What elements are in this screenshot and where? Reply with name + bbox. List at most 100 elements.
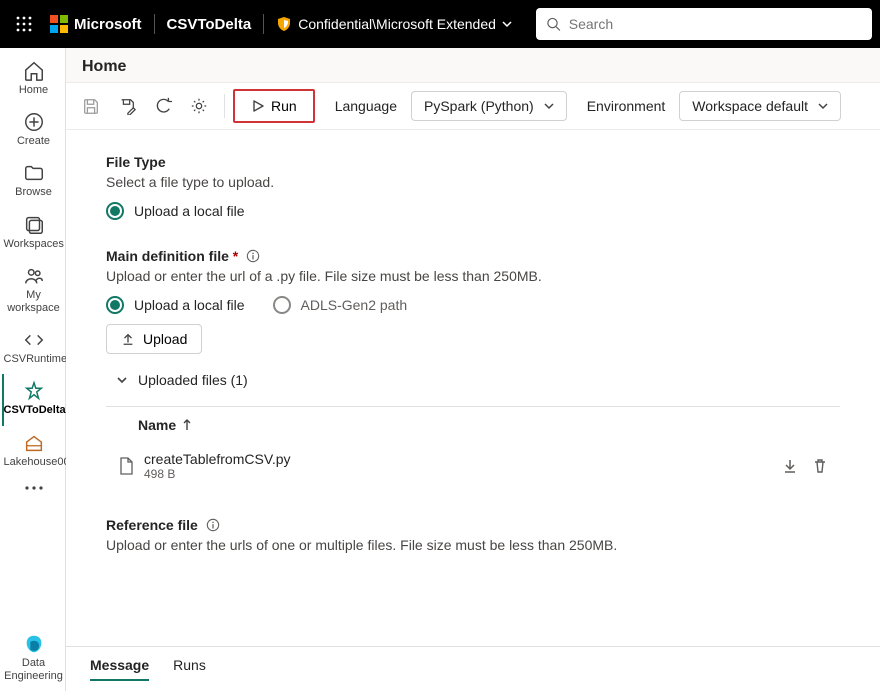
run-label: Run	[271, 98, 297, 114]
language-label: Language	[335, 98, 397, 114]
radio-label: Upload a local file	[134, 297, 245, 313]
uploaded-files-toggle[interactable]: Uploaded files (1)	[116, 372, 840, 388]
trash-icon[interactable]	[812, 458, 828, 474]
file-name: createTablefromCSV.py	[144, 451, 291, 467]
code-icon	[23, 329, 45, 351]
reffile-title: Reference file	[106, 517, 840, 533]
rail-create[interactable]: Create	[2, 105, 64, 156]
brand-name: Microsoft	[74, 16, 142, 33]
confidentiality-label: Confidential\Microsoft Extended	[298, 16, 496, 32]
lakehouse-icon	[23, 432, 45, 454]
filetype-option-row[interactable]: Upload a local file	[106, 202, 840, 220]
confidentiality-dropdown[interactable]: Confidential\Microsoft Extended	[276, 16, 512, 32]
rail-label: CSVRuntime	[4, 353, 68, 365]
radio-unselected-icon	[273, 296, 291, 314]
rail-myworkspace[interactable]: My workspace	[2, 259, 64, 323]
app-name: CSVToDelta	[167, 16, 252, 33]
save-as-button[interactable]	[110, 89, 144, 123]
rail-csvtodelta[interactable]: CSVToDelta	[2, 374, 64, 425]
microsoft-logo-icon	[50, 15, 68, 33]
environment-value: Workspace default	[692, 98, 808, 114]
rail-more[interactable]	[2, 477, 64, 503]
info-icon[interactable]	[246, 249, 260, 263]
reffile-title-text: Reference file	[106, 517, 198, 533]
col-name: Name	[138, 417, 176, 433]
rail-label: Create	[17, 135, 50, 147]
maindef-option-local[interactable]: Upload a local file	[106, 296, 245, 314]
save-icon	[82, 97, 100, 115]
maindef-subtitle: Upload or enter the url of a .py file. F…	[106, 268, 840, 284]
spark-icon	[23, 380, 45, 402]
maindef-title: Main definition file *	[106, 248, 840, 264]
search-field[interactable]	[569, 16, 862, 32]
rail-label: CSVToDelta	[4, 404, 66, 416]
radio-selected-icon	[106, 296, 124, 314]
radio-label: ADLS-Gen2 path	[301, 297, 408, 313]
ellipsis-icon	[23, 483, 45, 493]
environment-label: Environment	[587, 98, 666, 114]
rail-workspaces[interactable]: Workspaces	[2, 208, 64, 259]
left-nav: Home Create Browse Workspaces My workspa…	[0, 48, 66, 691]
upload-button[interactable]: Upload	[106, 324, 202, 354]
chevron-down-icon	[818, 101, 828, 111]
page-content: File Type Select a file type to upload. …	[66, 130, 880, 646]
reffile-subtitle: Upload or enter the urls of one or multi…	[106, 537, 840, 553]
sort-asc-icon	[182, 419, 192, 431]
rail-label: Lakehouse001	[4, 456, 76, 468]
rail-label: Data Engineering	[4, 657, 63, 682]
chevron-down-icon	[502, 19, 512, 29]
environment-dropdown[interactable]: Workspace default	[679, 91, 841, 121]
gear-icon	[190, 97, 208, 115]
rail-csvruntime[interactable]: CSVRuntime	[2, 323, 64, 374]
maindef-title-text: Main definition file	[106, 248, 229, 264]
rail-home[interactable]: Home	[2, 54, 64, 105]
rail-browse[interactable]: Browse	[2, 156, 64, 207]
toolbar: Run Language PySpark (Python) Environmen…	[66, 82, 880, 130]
rail-persona-dataeng[interactable]: Data Engineering	[2, 627, 64, 691]
home-icon	[23, 60, 45, 82]
maindef-option-adls[interactable]: ADLS-Gen2 path	[273, 296, 408, 314]
file-size: 498 B	[144, 467, 291, 481]
filetype-title: File Type	[106, 154, 840, 170]
run-button[interactable]: Run	[237, 92, 311, 120]
plus-circle-icon	[23, 111, 45, 133]
divider	[224, 94, 225, 118]
table-row[interactable]: createTablefromCSV.py 498 B	[106, 443, 840, 489]
breadcrumb-home[interactable]: Home	[66, 48, 880, 82]
language-value: PySpark (Python)	[424, 98, 534, 114]
refresh-button[interactable]	[146, 89, 180, 123]
play-icon	[251, 99, 265, 113]
search-icon	[546, 16, 561, 32]
uploaded-files-table: Name createTablefromCSV.py 498 B	[106, 406, 840, 489]
tab-runs[interactable]: Runs	[173, 657, 206, 681]
app-launcher[interactable]	[8, 8, 40, 40]
required-asterisk: *	[233, 248, 238, 264]
info-icon[interactable]	[206, 518, 220, 532]
divider	[263, 14, 264, 34]
run-highlight: Run	[233, 89, 315, 123]
tab-message[interactable]: Message	[90, 657, 149, 681]
rail-lakehouse[interactable]: Lakehouse001	[2, 426, 64, 477]
chevron-down-icon	[544, 101, 554, 111]
save-edit-icon	[118, 97, 136, 115]
search-input[interactable]	[536, 8, 872, 40]
rail-label: Browse	[15, 186, 52, 198]
language-dropdown[interactable]: PySpark (Python)	[411, 91, 567, 121]
filetype-subtitle: Select a file type to upload.	[106, 174, 840, 190]
waffle-icon	[16, 16, 32, 32]
download-icon[interactable]	[782, 458, 798, 474]
upload-icon	[121, 332, 135, 346]
file-icon	[118, 457, 134, 475]
uploaded-files-header: Uploaded files (1)	[138, 372, 248, 388]
refresh-icon	[154, 97, 172, 115]
bottom-tabbar: Message Runs	[66, 646, 880, 691]
settings-button[interactable]	[182, 89, 216, 123]
filetype-option-local: Upload a local file	[134, 203, 245, 219]
stack-icon	[23, 214, 45, 236]
upload-label: Upload	[143, 331, 187, 347]
brand: Microsoft	[50, 15, 142, 33]
table-header[interactable]: Name	[106, 407, 840, 443]
rail-label: My workspace	[7, 289, 60, 314]
save-button[interactable]	[74, 89, 108, 123]
radio-selected-icon	[106, 202, 124, 220]
